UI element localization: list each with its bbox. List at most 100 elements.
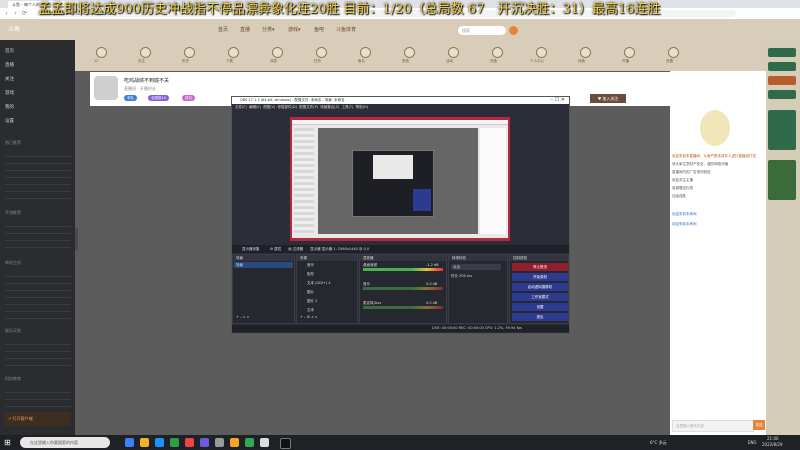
nav-yuba[interactable]: 鱼吧 bbox=[314, 26, 324, 33]
menu-item[interactable]: 编辑(E) bbox=[249, 105, 261, 109]
rail-button[interactable] bbox=[768, 76, 796, 85]
rail-button[interactable] bbox=[768, 62, 796, 71]
menu-item[interactable]: 配置文件(P) bbox=[299, 105, 318, 109]
nav-games[interactable]: 游戏▾ bbox=[288, 26, 301, 33]
virtual-camera-button[interactable]: 启动虚拟摄像机 bbox=[512, 283, 568, 291]
history-icon[interactable] bbox=[184, 47, 195, 58]
source-item[interactable]: 图片 2 bbox=[307, 299, 317, 304]
sidebar-item-live[interactable]: 直播 bbox=[5, 62, 14, 68]
icon-label: 开播 bbox=[622, 59, 629, 63]
download-icon[interactable] bbox=[228, 47, 239, 58]
room-tag[interactable]: 全国前10 bbox=[148, 95, 169, 101]
follow-count-icon[interactable] bbox=[96, 47, 107, 58]
scene-dock-buttons[interactable]: + – ∧ ∨ bbox=[236, 315, 249, 319]
weather-text[interactable]: 6°C 多云 bbox=[650, 440, 667, 446]
follow-icon[interactable] bbox=[140, 47, 151, 58]
sidebar-category-grid[interactable] bbox=[5, 150, 71, 200]
mixer-channel-db: 0.0 dB bbox=[426, 301, 438, 305]
sidebar-category-grid[interactable] bbox=[5, 270, 71, 320]
app-icon[interactable] bbox=[260, 438, 269, 447]
event-icon[interactable] bbox=[448, 47, 459, 58]
source-item[interactable]: 文本 bbox=[307, 308, 314, 313]
nav-category[interactable]: 分类▾ bbox=[262, 26, 275, 33]
clock-date[interactable]: 2022/8/29 bbox=[762, 442, 783, 447]
edge-icon[interactable] bbox=[155, 438, 164, 447]
settings-icon[interactable] bbox=[668, 47, 679, 58]
checkin-icon[interactable] bbox=[404, 47, 415, 58]
icon-label: 消息 bbox=[270, 59, 277, 63]
source-item[interactable]: 音乐 bbox=[307, 263, 314, 268]
menu-item[interactable]: 帮助(H) bbox=[356, 105, 368, 109]
exit-button[interactable]: 退出 bbox=[512, 313, 568, 321]
source-item[interactable]: 图片 bbox=[307, 290, 314, 295]
taskbar-search[interactable]: 在这里输入你要搜索的内容 bbox=[20, 437, 110, 448]
language-indicator[interactable]: ENG bbox=[748, 440, 757, 445]
file-explorer-icon[interactable] bbox=[140, 438, 149, 447]
obs-preview[interactable] bbox=[290, 117, 510, 241]
fishball-icon[interactable] bbox=[360, 47, 371, 58]
menu-item[interactable]: 文件(F) bbox=[235, 105, 247, 109]
chrome-icon[interactable] bbox=[245, 438, 254, 447]
app-icon[interactable] bbox=[170, 438, 179, 447]
search-icon[interactable] bbox=[509, 26, 518, 35]
task-icon[interactable] bbox=[316, 47, 327, 58]
transition-duration[interactable]: 时长 300 ms bbox=[451, 274, 472, 279]
chat-input[interactable]: 这里输入聊天内容 bbox=[672, 420, 754, 432]
obs-taskbar-icon[interactable] bbox=[280, 438, 291, 449]
app-icon[interactable] bbox=[230, 438, 239, 447]
icon-label: 设置 bbox=[666, 59, 673, 63]
send-button[interactable]: 发送 bbox=[753, 420, 765, 430]
source-item[interactable]: 矩形 bbox=[307, 272, 314, 277]
transition-select[interactable]: 淡出 bbox=[451, 264, 501, 270]
profile-icon[interactable] bbox=[536, 47, 547, 58]
sidebar-category-grid[interactable] bbox=[5, 338, 71, 368]
sources-dock: 来源 音乐 矩形 文本 (GDI+) 4 图片 图片 2 文本 + – ⚙ ∧ … bbox=[296, 254, 358, 324]
room-tag[interactable]: 车队 bbox=[124, 95, 137, 101]
streamer-avatar[interactable] bbox=[94, 76, 118, 100]
rail-promo[interactable] bbox=[768, 110, 796, 150]
rail-button[interactable] bbox=[768, 90, 796, 99]
app-icon[interactable] bbox=[200, 438, 209, 447]
site-logo[interactable]: 斗鱼 bbox=[8, 26, 48, 34]
scene-item[interactable]: 场景 bbox=[234, 262, 293, 268]
start-recording-button[interactable]: 开始录制 bbox=[512, 273, 568, 281]
nav-live[interactable]: 直播 bbox=[240, 26, 250, 33]
sidebar-item-settings[interactable]: 设置 bbox=[5, 118, 14, 124]
controls-header: 控制按钮 bbox=[510, 255, 568, 261]
sidebar-item-follow[interactable]: 关注 bbox=[5, 76, 14, 82]
message-icon[interactable] bbox=[272, 47, 283, 58]
menu-item[interactable]: 视图(V) bbox=[263, 105, 275, 109]
recharge-icon[interactable] bbox=[492, 47, 503, 58]
app-icon[interactable] bbox=[185, 438, 194, 447]
stop-stream-button[interactable]: 停止推流 bbox=[512, 263, 568, 271]
menu-item[interactable]: 停靠部件(D) bbox=[278, 105, 297, 109]
follow-button[interactable]: ♥ 加入关注 bbox=[590, 94, 626, 103]
sidebar-item-games[interactable]: 游戏 bbox=[5, 90, 14, 96]
sidebar-item-home[interactable]: 首页 bbox=[5, 48, 14, 54]
start-icon[interactable]: ⊞ bbox=[4, 438, 13, 447]
window-controls-icon[interactable]: – ☐ ✕ bbox=[551, 97, 565, 104]
search-input[interactable]: 搜索 bbox=[458, 26, 506, 35]
studio-mode-button[interactable]: 工作室模式 bbox=[512, 293, 568, 301]
rail-button[interactable] bbox=[768, 48, 796, 57]
room-tag[interactable]: 排位 bbox=[182, 95, 195, 101]
nav-home[interactable]: 首页 bbox=[218, 26, 228, 33]
source-dock-buttons[interactable]: + – ⚙ ∧ ∨ bbox=[300, 315, 317, 319]
chat-message: 直播间内的广告请勿轻信 bbox=[672, 170, 711, 174]
sidebar-category-grid[interactable] bbox=[5, 220, 71, 250]
sidebar-collapse-handle[interactable] bbox=[75, 228, 78, 250]
nav-sports[interactable]: 斗鱼体育 bbox=[336, 26, 356, 33]
menu-item[interactable]: 工具(T) bbox=[341, 105, 353, 109]
rail-promo[interactable] bbox=[768, 160, 796, 200]
go-live-icon[interactable] bbox=[624, 47, 635, 58]
settings-button[interactable]: 设置 bbox=[512, 303, 568, 311]
open-client-button[interactable]: ↗ 打开客户端 bbox=[4, 412, 70, 426]
clock-time[interactable]: 21:00 bbox=[767, 436, 779, 441]
chat-input-placeholder: 这里输入聊天内容 bbox=[676, 424, 704, 428]
task-view-icon[interactable] bbox=[125, 438, 134, 447]
app-icon[interactable] bbox=[215, 438, 224, 447]
source-item[interactable]: 文本 (GDI+) 4 bbox=[307, 281, 331, 286]
menu-item[interactable]: 场景集合(S) bbox=[320, 105, 339, 109]
sidebar-item-mine[interactable]: 我的 bbox=[5, 104, 14, 110]
cover-icon[interactable] bbox=[580, 47, 591, 58]
